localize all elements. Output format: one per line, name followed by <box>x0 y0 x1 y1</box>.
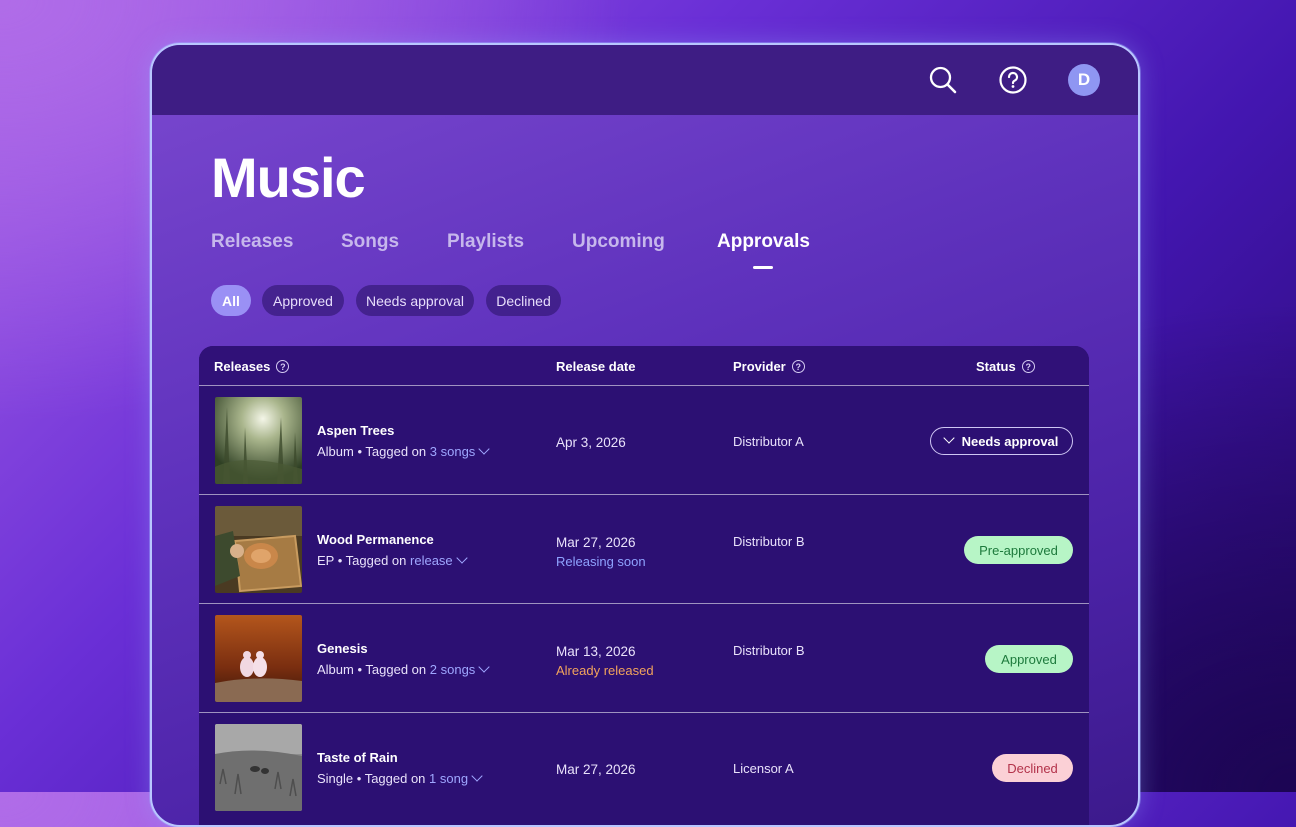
column-label: Releases <box>214 359 271 374</box>
release-date: Mar 27, 2026 <box>556 762 636 777</box>
release-artwork <box>215 397 302 484</box>
tagged-link-text: 2 songs <box>429 662 476 677</box>
tagged-link-text: 3 songs <box>429 444 476 459</box>
tagged-link-text: release <box>410 553 453 568</box>
tagged-link[interactable]: release <box>410 552 468 568</box>
approvals-table: Releases ? Release date Provider ? Statu… <box>199 346 1089 825</box>
tagged-link-text: 1 song <box>429 771 469 786</box>
tab-songs[interactable]: Songs <box>341 231 399 253</box>
tab-approvals[interactable]: Approvals <box>717 231 810 253</box>
tagged-link[interactable]: 2 songs <box>429 661 490 677</box>
provider-name: Distributor A <box>733 434 804 449</box>
column-label: Release date <box>556 359 636 374</box>
tagged-label: • Tagged on <box>356 771 426 786</box>
filter-needs-approval[interactable]: Needs approval <box>356 285 474 316</box>
top-bar: D <box>152 45 1138 115</box>
tagged-link[interactable]: 3 songs <box>429 443 490 459</box>
release-artwork <box>215 615 302 702</box>
provider-name: Distributor B <box>733 534 805 549</box>
chevron-down-icon <box>455 552 468 564</box>
column-label: Provider <box>733 359 786 374</box>
tagged-label: • Tagged on <box>337 553 407 568</box>
status-badge[interactable]: Approved <box>985 645 1073 673</box>
help-icon[interactable]: ? <box>791 360 805 373</box>
release-title[interactable]: Aspen Trees <box>317 423 394 438</box>
release-note: Already released <box>556 663 654 678</box>
release-type: Album <box>317 662 354 677</box>
filter-declined[interactable]: Declined <box>486 285 561 316</box>
release-title[interactable]: Genesis <box>317 641 368 656</box>
release-date: Mar 27, 2026 <box>556 535 636 550</box>
chevron-down-icon <box>478 661 490 673</box>
tagged-label: • Tagged on <box>357 444 427 459</box>
release-date: Mar 13, 2026 <box>556 644 636 659</box>
release-meta: EP • Tagged on release <box>317 552 468 568</box>
table-row[interactable]: Genesis Album • Tagged on 2 songs Mar 13… <box>199 604 1089 713</box>
status-badge[interactable]: Declined <box>992 754 1073 782</box>
column-label: Status <box>976 359 1016 374</box>
column-releases[interactable]: Releases ? <box>214 359 290 374</box>
release-type: Album <box>317 444 354 459</box>
chevron-down-icon <box>942 432 955 444</box>
table-header: Releases ? Release date Provider ? Statu… <box>199 346 1089 386</box>
tagged-link[interactable]: 1 song <box>429 770 483 786</box>
release-title[interactable]: Wood Permanence <box>317 532 434 547</box>
status-badge[interactable]: Pre-approved <box>964 536 1073 564</box>
table-row[interactable]: Taste of Rain Single • Tagged on 1 song … <box>199 713 1089 821</box>
column-release-date[interactable]: Release date <box>556 359 636 374</box>
table-row[interactable]: Wood Permanence EP • Tagged on release M… <box>199 495 1089 604</box>
search-icon[interactable] <box>928 65 958 95</box>
filter-approved[interactable]: Approved <box>262 285 344 316</box>
release-type: Single <box>317 771 354 786</box>
status-label: Needs approval <box>961 433 1059 449</box>
column-status[interactable]: Status ? <box>976 359 1035 374</box>
tab-releases[interactable]: Releases <box>211 231 293 253</box>
status-dropdown[interactable]: Needs approval <box>930 427 1073 455</box>
release-title[interactable]: Taste of Rain <box>317 750 398 765</box>
help-icon[interactable] <box>998 65 1028 95</box>
tab-playlists[interactable]: Playlists <box>447 231 524 253</box>
page-title: Music <box>211 146 366 209</box>
tagged-label: • Tagged on <box>357 662 427 677</box>
release-note: Releasing soon <box>556 554 646 569</box>
chevron-down-icon <box>478 443 490 455</box>
chevron-down-icon <box>471 770 483 782</box>
release-artwork <box>215 506 302 593</box>
table-row[interactable]: Aspen Trees Album • Tagged on 3 songs Ap… <box>199 386 1089 495</box>
provider-name: Licensor A <box>733 761 794 776</box>
release-artwork <box>215 724 302 811</box>
filter-all[interactable]: All <box>211 285 251 316</box>
release-meta: Album • Tagged on 2 songs <box>317 661 490 677</box>
column-provider[interactable]: Provider ? <box>733 359 805 374</box>
release-type: EP <box>317 553 335 568</box>
help-icon[interactable]: ? <box>276 360 290 373</box>
release-meta: Single • Tagged on 1 song <box>317 770 483 786</box>
release-date: Apr 3, 2026 <box>556 435 626 450</box>
avatar[interactable]: D <box>1068 64 1100 96</box>
help-icon[interactable]: ? <box>1021 360 1035 373</box>
app-window: D Music Releases Songs Playlists Upcomin… <box>150 43 1140 827</box>
tab-upcoming[interactable]: Upcoming <box>572 231 665 253</box>
active-tab-indicator <box>753 266 773 269</box>
provider-name: Distributor B <box>733 643 805 658</box>
release-meta: Album • Tagged on 3 songs <box>317 443 490 459</box>
